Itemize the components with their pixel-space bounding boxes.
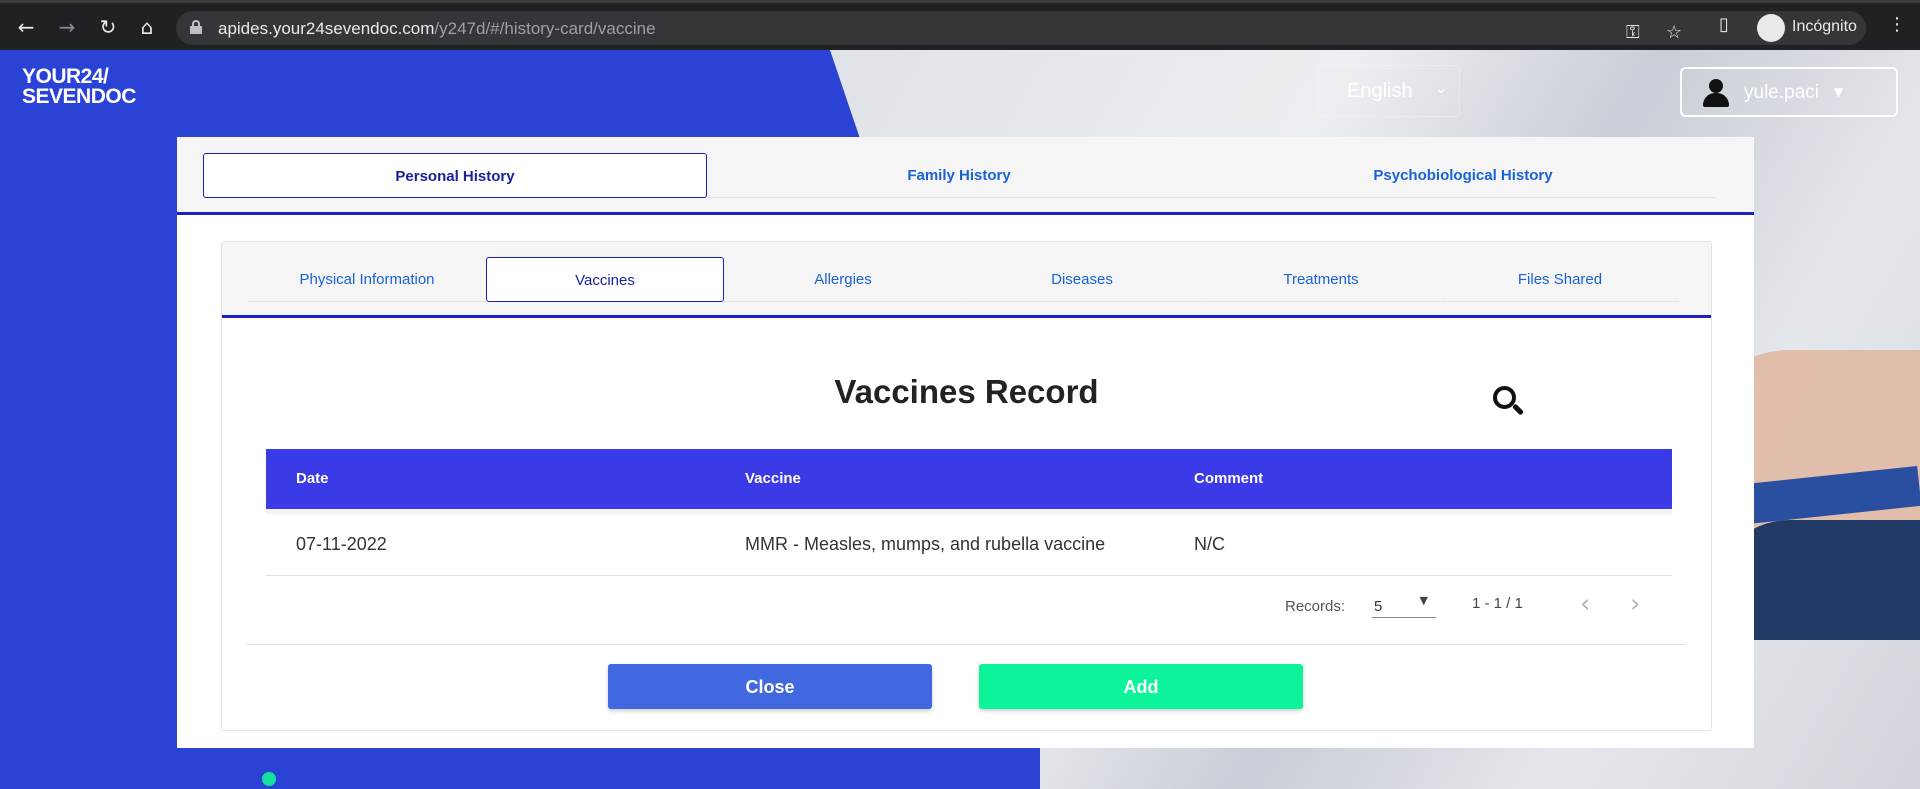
forward-arrow-icon[interactable]: → (56, 16, 78, 38)
records-label: Records: (1285, 598, 1346, 615)
caret-down-icon: ▼ (1834, 85, 1844, 99)
sidebar-icon[interactable]: ▯ (1719, 15, 1729, 35)
column-header-date[interactable]: Date (296, 470, 329, 487)
history-tabs: Personal History Family History Psychobi… (177, 137, 1754, 215)
profile-label[interactable]: Incógnito (1792, 18, 1857, 36)
lock-icon[interactable] (190, 20, 202, 34)
chevron-down-icon: ⌄ (1435, 81, 1447, 97)
tab-personal-history[interactable]: Personal History (203, 153, 707, 198)
url-text[interactable]: apides.your24sevendoc.com/y247d/#/histor… (218, 19, 656, 39)
key-icon[interactable]: ⚿ (1626, 23, 1640, 43)
username: yule.paci (1744, 82, 1819, 103)
close-button[interactable]: Close (608, 664, 932, 709)
personal-tabs: Physical Information Vaccines Allergies … (222, 242, 1711, 318)
avatar (1702, 79, 1730, 107)
logo-line-1: YOUR24/ (22, 65, 109, 88)
table-header: Date Vaccine Comment (266, 449, 1672, 509)
page-title: Vaccines Record (834, 373, 1099, 410)
vaccines-table: Date Vaccine Comment 07-11-2022 MMR - Me… (266, 449, 1672, 576)
personal-history-panel: Physical Information Vaccines Allergies … (221, 241, 1712, 731)
address-bar[interactable]: apides.your24sevendoc.com/y247d/#/histor… (176, 11, 1866, 45)
page-size-value: 5 (1374, 598, 1383, 615)
search-icon[interactable] (1493, 386, 1525, 418)
cell-date: 07-11-2022 (296, 534, 387, 554)
browser-toolbar: ← → ↻ ⌂ apides.your24sevendoc.com/y247d/… (0, 0, 1920, 50)
dropdown-arrow-icon: ▼ (1419, 594, 1428, 607)
tab-family-history[interactable]: Family History (707, 153, 1211, 198)
divider (246, 644, 1686, 645)
tab-treatments[interactable]: Treatments (1202, 257, 1440, 302)
table-row[interactable]: 07-11-2022 MMR - Measles, mumps, and rub… (266, 509, 1672, 576)
home-icon[interactable]: ⌂ (136, 16, 158, 38)
tab-physical-information[interactable]: Physical Information (248, 257, 486, 302)
user-menu-button[interactable]: yule.paci ▼ (1680, 67, 1898, 117)
tab-files-shared[interactable]: Files Shared (1441, 257, 1679, 302)
back-arrow-icon[interactable]: ← (15, 16, 37, 38)
pagination: Records: 5 ▼ 1 - 1 / 1 ‹ › (266, 580, 1672, 630)
logo-line-2: SEVENDOC (22, 85, 136, 108)
tab-diseases[interactable]: Diseases (963, 257, 1201, 302)
status-dot (262, 772, 276, 786)
next-page-icon[interactable]: › (1630, 589, 1640, 619)
column-header-comment[interactable]: Comment (1194, 470, 1263, 487)
language-value: English (1347, 80, 1413, 102)
prev-page-icon[interactable]: ‹ (1580, 589, 1590, 619)
incognito-icon[interactable] (1757, 14, 1785, 42)
kebab-menu-icon[interactable]: ⋮ (1888, 15, 1906, 35)
language-select[interactable]: English ⌄ (1318, 65, 1460, 117)
cell-vaccine: MMR - Measles, mumps, and rubella vaccin… (745, 534, 1106, 554)
cell-comment: N/C (1194, 534, 1225, 554)
page-size-select[interactable]: 5 ▼ (1372, 594, 1436, 618)
brand-logo[interactable]: YOUR24/ SEVENDOC (22, 65, 136, 108)
reload-icon[interactable]: ↻ (97, 16, 119, 38)
column-header-vaccine[interactable]: Vaccine (745, 470, 801, 487)
tab-psychobiological-history[interactable]: Psychobiological History (1211, 153, 1715, 198)
tab-vaccines[interactable]: Vaccines (486, 257, 724, 302)
page-range: 1 - 1 / 1 (1472, 595, 1523, 612)
add-button[interactable]: Add (979, 664, 1303, 709)
history-card: Personal History Family History Psychobi… (177, 137, 1754, 748)
star-icon[interactable]: ☆ (1666, 23, 1682, 43)
tab-allergies[interactable]: Allergies (724, 257, 962, 302)
